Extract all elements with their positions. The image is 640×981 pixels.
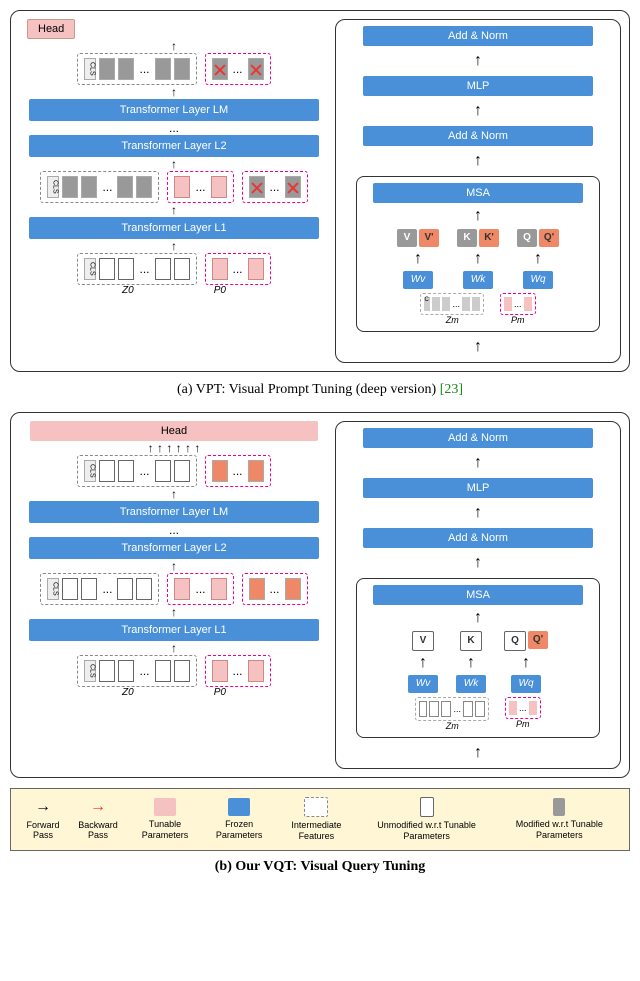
- p0-label: P0: [214, 285, 226, 296]
- head-box-b: Head: [30, 421, 318, 441]
- pm-label-b: Pm: [505, 719, 541, 729]
- q-box: Q: [517, 229, 537, 247]
- v-prime-box: V': [419, 229, 439, 247]
- citation-ref: [23]: [440, 382, 463, 397]
- crossed-token-icon: [248, 58, 264, 80]
- msa-block-a: MSA ↑ V V' ↑ Wv K K' ↑ Wk: [356, 176, 600, 332]
- panel-a-vpt: Head ↑ CLS ... ... ↑ Transformer Layer L…: [10, 10, 630, 372]
- frozen-swatch-icon: [228, 798, 250, 816]
- vqt-query-output: ...: [242, 573, 308, 605]
- legend-tunable: Tunable Parameters: [127, 798, 203, 841]
- wk-box: Wk: [463, 271, 493, 289]
- add-norm-bar: Add & Norm: [363, 528, 593, 548]
- unmodified-swatch-icon: [420, 797, 434, 817]
- p0-label-b: P0: [214, 687, 226, 698]
- wv-box: Wv: [403, 271, 433, 289]
- add-norm-bar: Add & Norm: [363, 126, 593, 146]
- intermediate-swatch-icon: [304, 797, 328, 817]
- caption-a: (a) VPT: Visual Prompt Tuning (deep vers…: [0, 382, 640, 398]
- wv-box-b: Wv: [408, 675, 438, 693]
- vqt-top-row: CLS ... ...: [77, 455, 270, 487]
- wk-box-b: Wk: [456, 675, 486, 693]
- mlp-bar: MLP: [363, 76, 593, 96]
- zm-label-b: Zm: [415, 721, 489, 731]
- transformer-layer-lm-b: Transformer Layer LM: [29, 501, 319, 523]
- head-box-a: Head: [27, 19, 75, 39]
- transformer-layer-lm: Transformer Layer LM: [29, 99, 319, 121]
- legend-intermediate: Intermediate Features: [275, 797, 357, 842]
- z0-label: Z0: [122, 285, 134, 296]
- msa-block-b: MSA ↑ V ↑ Wv K ↑ Wk: [356, 578, 600, 738]
- vqt-left-column: Head ↑ ↑ ↑ ↑ ↑ ↑ CLS ... ... ↑ Transform…: [19, 421, 329, 769]
- wq-box-b: Wq: [511, 675, 541, 693]
- legend-frozen: Frozen Parameters: [203, 798, 275, 841]
- v-box-b: V: [412, 631, 434, 651]
- vqt-detail-column: Add & Norm ↑ MLP ↑ Add & Norm ↑ MSA ↑ V …: [335, 421, 621, 769]
- v-box: V: [397, 229, 417, 247]
- caption-b: (b) Our VQT: Visual Query Tuning: [0, 859, 640, 875]
- add-norm-bar: Add & Norm: [363, 26, 593, 46]
- q-prime-box-b: Q': [528, 631, 548, 649]
- legend-unmodified: Unmodified w.r.t Tunable Parameters: [358, 797, 496, 842]
- legend-backward: → Backward Pass: [69, 797, 127, 841]
- msa-bar: MSA: [373, 585, 583, 605]
- legend-box: → Forward Pass → Backward Pass Tunable P…: [10, 788, 630, 851]
- transformer-layer-l2: Transformer Layer L2: [29, 135, 319, 157]
- arrow-forward-icon: →: [35, 797, 51, 816]
- legend-modified: Modified w.r.t Tunable Parameters: [496, 798, 623, 841]
- k-box-b: K: [460, 631, 482, 651]
- tunable-swatch-icon: [154, 798, 176, 816]
- wq-box: Wq: [523, 271, 553, 289]
- transformer-layer-l2-b: Transformer Layer L2: [29, 537, 319, 559]
- arrow-backward-icon: →: [90, 797, 106, 816]
- vpt-prompts-discarded: ...: [205, 53, 271, 85]
- k-box: K: [457, 229, 477, 247]
- k-prime-box: K': [479, 229, 499, 247]
- vpt-detail-column: Add & Norm ↑ MLP ↑ Add & Norm ↑ MSA ↑ V …: [335, 19, 621, 363]
- q-prime-box: Q': [539, 229, 559, 247]
- panel-b-vqt: Head ↑ ↑ ↑ ↑ ↑ ↑ CLS ... ... ↑ Transform…: [10, 412, 630, 778]
- modified-swatch-icon: [553, 798, 565, 816]
- z0-label-b: Z0: [122, 687, 134, 698]
- msa-bar: MSA: [373, 183, 583, 203]
- cls-token: CLS: [84, 58, 96, 80]
- vpt-top-tokens: CLS ... ...: [77, 53, 270, 85]
- legend-forward: → Forward Pass: [17, 797, 69, 841]
- zm-label: Zm: [420, 315, 484, 325]
- pm-label: Pm: [500, 315, 536, 325]
- transformer-layer-l1-b: Transformer Layer L1: [29, 619, 319, 641]
- vpt-left-column: Head ↑ CLS ... ... ↑ Transformer Layer L…: [19, 19, 329, 363]
- q-box-b: Q: [504, 631, 526, 651]
- transformer-layer-l1: Transformer Layer L1: [29, 217, 319, 239]
- add-norm-bar: Add & Norm: [363, 428, 593, 448]
- crossed-token-icon: [212, 58, 228, 80]
- mlp-bar: MLP: [363, 478, 593, 498]
